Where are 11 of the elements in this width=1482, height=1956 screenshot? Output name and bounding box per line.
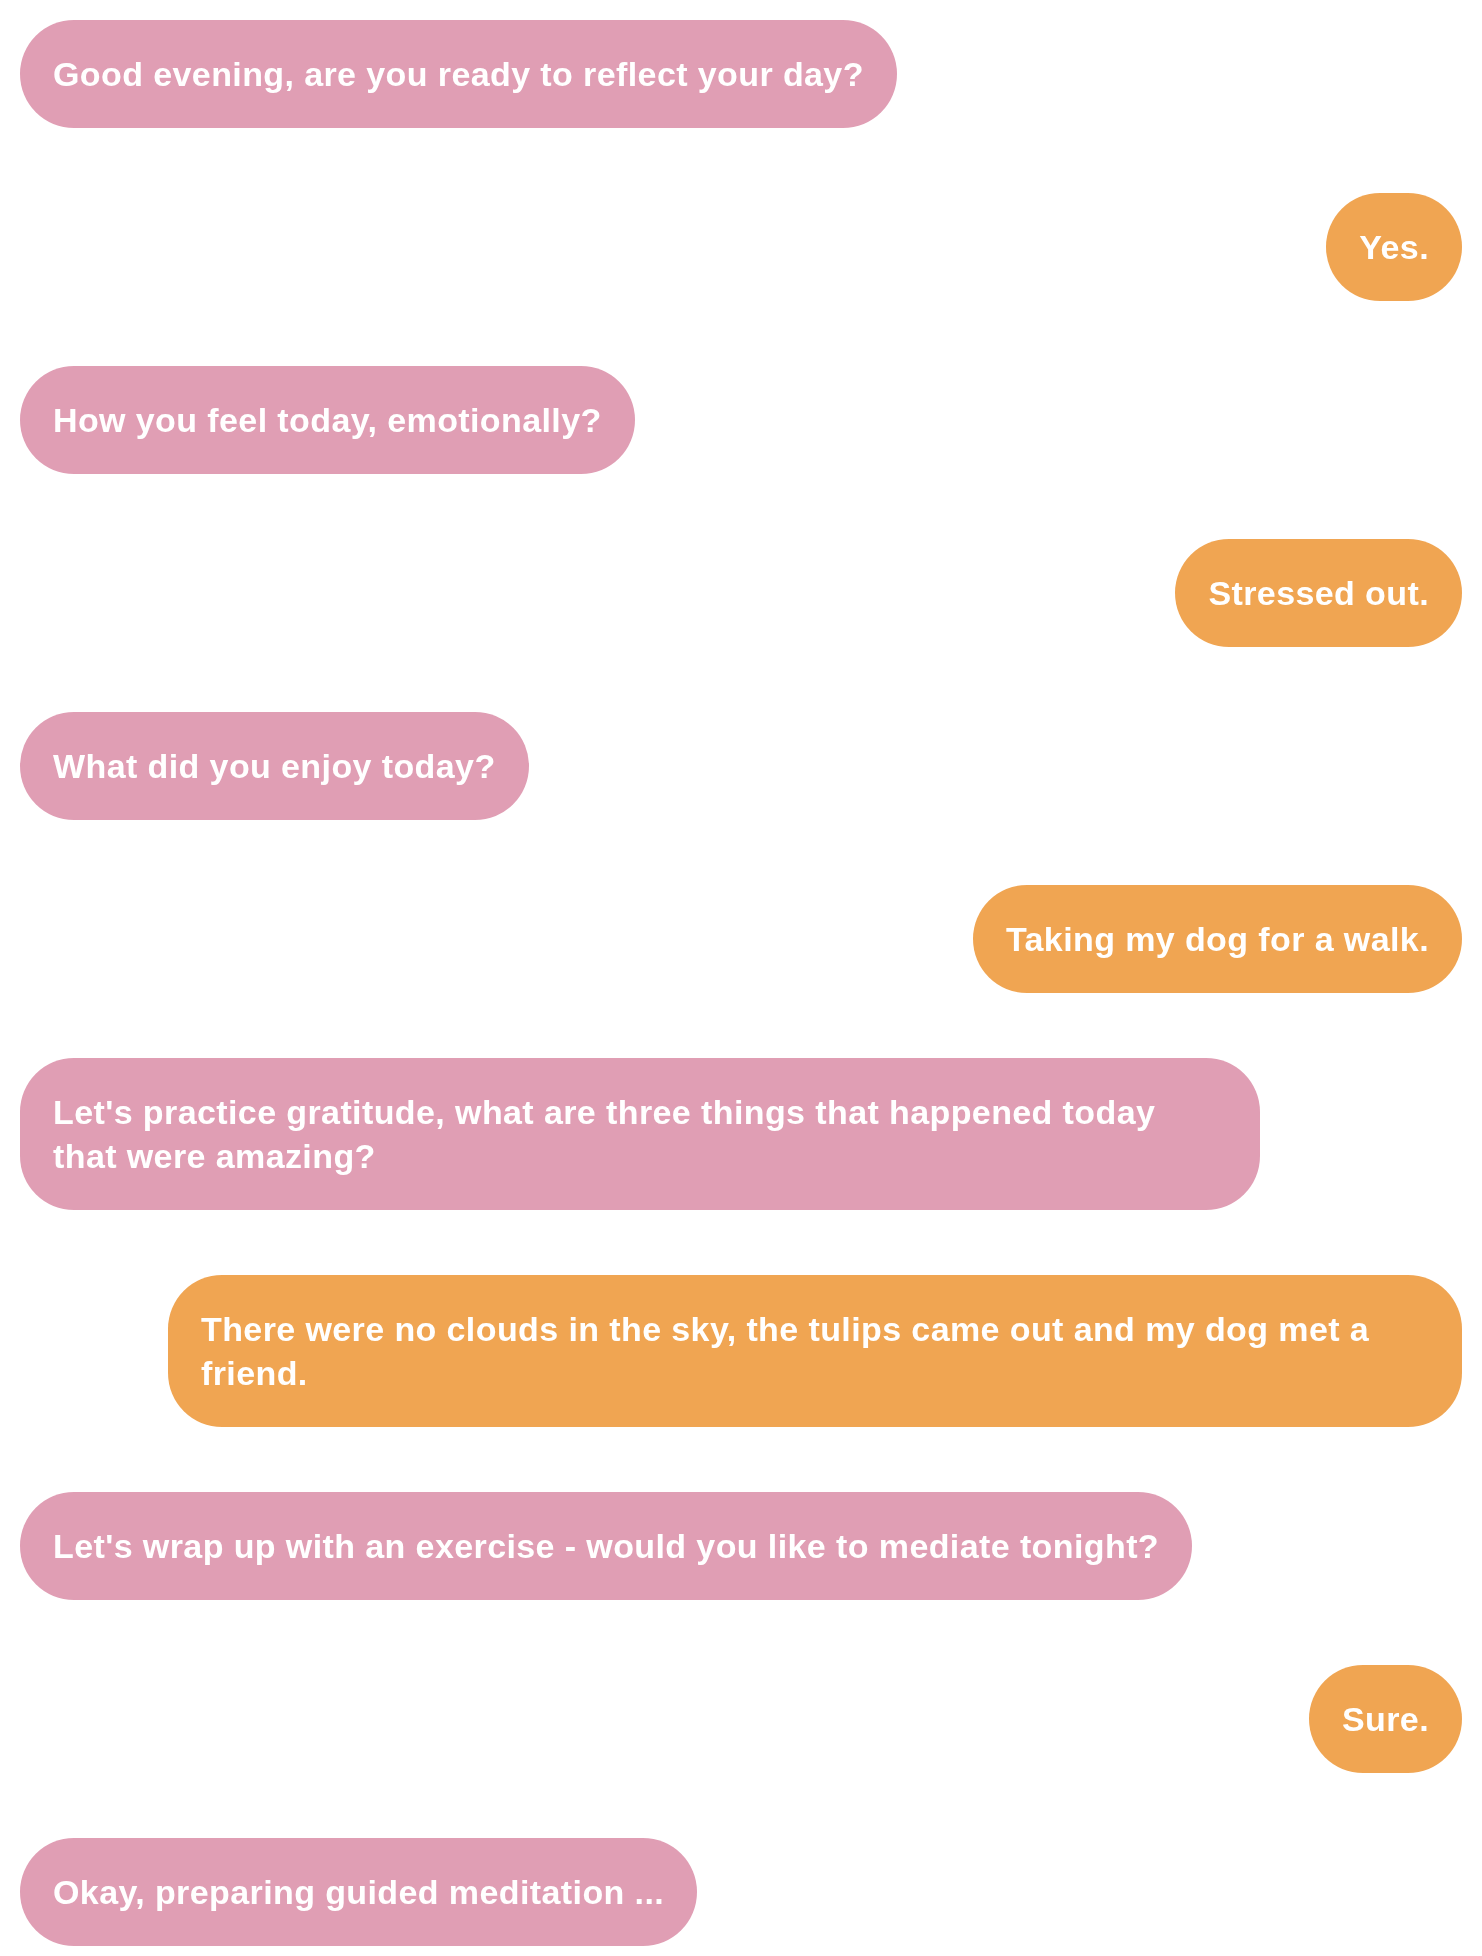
incoming-message-bubble: Let's wrap up with an exercise - would you like to mediate tonight? (20, 1492, 1193, 1600)
outgoing-message-bubble: There were no clouds in the sky, the tulips came out and my dog met a friend. (168, 1275, 1462, 1427)
outgoing-message-bubble: Sure. (1308, 1665, 1462, 1773)
outgoing-message-bubble: Yes. (1326, 193, 1462, 301)
incoming-message-bubble: How you feel today, emotionally? (20, 366, 635, 474)
incoming-message-bubble: What did you enjoy today? (20, 712, 529, 820)
outgoing-message-bubble: Taking my dog for a walk. (972, 885, 1462, 993)
incoming-message-bubble: Okay, preparing guided meditation ... (20, 1838, 698, 1946)
outgoing-message-bubble: Stressed out. (1175, 539, 1462, 647)
incoming-message-bubble: Let's practice gratitude, what are three things that happened today that were amazing? (20, 1058, 1260, 1210)
incoming-message-bubble: Good evening, are you ready to reflect your day? (20, 20, 897, 128)
